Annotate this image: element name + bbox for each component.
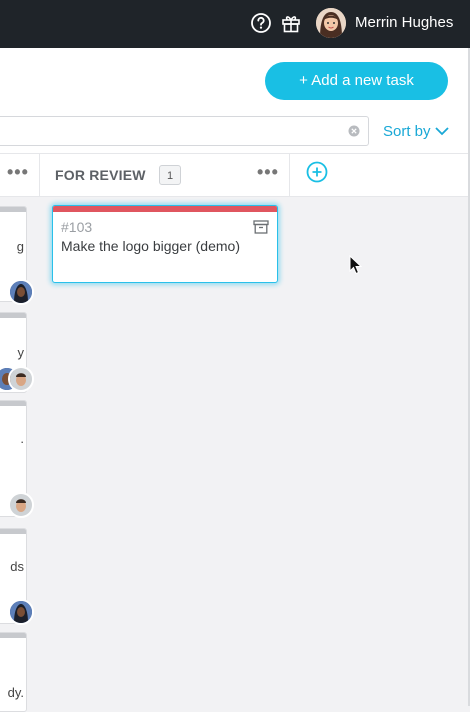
task-card[interactable]: dy. [0, 632, 27, 712]
assignee-avatar [8, 492, 34, 518]
add-task-button[interactable]: + Add a new task [265, 62, 448, 100]
sort-by-dropdown[interactable]: Sort by [383, 123, 431, 140]
archive-icon[interactable] [253, 220, 269, 234]
help-icon[interactable] [250, 12, 272, 34]
task-id: #103 [61, 219, 93, 235]
assignee-avatar [8, 366, 34, 392]
column-divider [39, 153, 40, 197]
task-title[interactable]: Make the logo bigger (demo) [61, 238, 240, 254]
column-menu-icon[interactable]: ••• [257, 163, 279, 183]
clear-search-icon[interactable] [348, 125, 360, 137]
user-name[interactable]: Merrin Hughes [355, 14, 453, 31]
mouse-cursor-icon [349, 255, 363, 275]
card-color-strip [53, 206, 277, 212]
column-divider [289, 153, 290, 197]
column-title-for-review: FOR REVIEW [55, 167, 146, 183]
gift-icon[interactable] [280, 12, 302, 34]
search-input[interactable] [0, 116, 369, 146]
column-menu-icon[interactable]: ••• [7, 163, 29, 183]
chevron-down-icon[interactable] [435, 126, 449, 136]
column-count-badge: 1 [159, 165, 181, 185]
add-column-icon[interactable] [306, 161, 328, 183]
assignee-avatar [8, 279, 34, 305]
assignee-avatar [8, 599, 34, 625]
user-avatar[interactable] [316, 8, 346, 38]
